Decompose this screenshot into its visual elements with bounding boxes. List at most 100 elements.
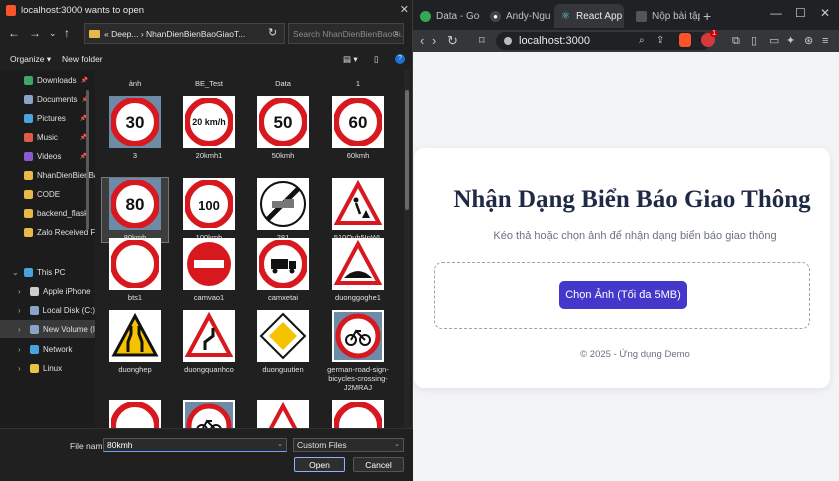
drop-zone[interactable]: Chọn Ảnh (Tối đa 5MB) <box>434 262 810 329</box>
tab-classroom[interactable]: Nộp bài tập <box>630 4 700 28</box>
file-type-select[interactable]: Custom Files ⌄ <box>293 438 404 452</box>
file-item[interactable]: duonghep <box>102 310 168 374</box>
file-item[interactable]: 100100kmh <box>176 178 242 242</box>
reload-icon[interactable]: ↻ <box>447 33 458 49</box>
folder-item[interactable]: Data <box>250 79 316 88</box>
sidebar-item[interactable]: › Linux <box>0 359 95 377</box>
back-arrow-icon[interactable]: ← <box>8 26 20 40</box>
file-item[interactable]: 20 km/h 20kmh1 <box>176 96 242 160</box>
file-item[interactable]: 510Ouh5InWL <box>325 178 391 242</box>
brave-shields-icon[interactable] <box>679 33 691 47</box>
sidebar-item[interactable]: Downloads 📌 <box>0 71 95 89</box>
file-item[interactable]: bts1 <box>102 238 168 302</box>
sidebar-icon[interactable]: ▯ <box>751 33 757 49</box>
bookmark-icon[interactable]: ⌑ <box>479 33 485 49</box>
expand-chevron-icon[interactable]: › <box>18 345 26 354</box>
search-placeholder: Search NhanDienBienBaoGi... <box>293 28 404 39</box>
close-dialog-icon[interactable]: ✕ <box>400 3 409 16</box>
file-item[interactable]: duongquanhco <box>176 310 242 374</box>
view-options-icon[interactable]: ▤ ▾ <box>343 54 358 65</box>
file-item[interactable]: duonggoghe1 <box>325 238 391 302</box>
expand-chevron-icon[interactable]: › <box>18 287 26 296</box>
sidebar-item[interactable]: › Apple iPhone <box>0 282 95 300</box>
path-bar[interactable]: « Deep... › NhanDienBienBaoGiaoT... <box>84 23 285 44</box>
refresh-icon[interactable]: ↻ <box>268 26 277 39</box>
site-info-icon[interactable] <box>504 37 512 45</box>
search-input[interactable]: Search NhanDienBienBaoGi... ⌕ <box>288 23 404 44</box>
organize-button[interactable]: Organize ▾ <box>10 54 51 65</box>
choose-image-button[interactable]: Chọn Ảnh (Tối đa 5MB) <box>559 281 687 309</box>
menu-icon[interactable]: ≡ <box>822 33 828 49</box>
sidebar-item-label: Music <box>37 132 58 142</box>
svg-text:50: 50 <box>274 113 293 132</box>
recent-locations-icon[interactable]: ⌄ <box>49 28 57 39</box>
file-label: 3 <box>132 151 138 160</box>
forward-icon[interactable]: › <box>432 33 436 49</box>
back-icon[interactable]: ‹ <box>420 33 424 49</box>
file-item[interactable] <box>102 400 168 428</box>
file-item[interactable] <box>250 400 316 428</box>
expand-chevron-icon[interactable]: › <box>18 306 26 315</box>
tab-google-data[interactable]: Data - Google <box>414 4 480 28</box>
folder-item[interactable]: ảnh <box>102 79 168 88</box>
url-text: localhost:3000 <box>519 35 590 47</box>
file-item[interactable] <box>325 400 391 428</box>
sidebar-item[interactable]: › Local Disk (C:) <box>0 301 95 319</box>
brave-rewards-icon[interactable]: 1 <box>701 30 718 47</box>
file-item[interactable]: 30 3 <box>102 96 168 160</box>
file-item[interactable]: 281 <box>250 178 316 242</box>
expand-chevron-icon[interactable]: ⌄ <box>12 268 20 277</box>
share-icon[interactable]: ⇪ <box>656 33 664 49</box>
extensions-icon[interactable]: ⧉ <box>732 33 740 49</box>
sidebar-item[interactable]: Zalo Received F <box>0 223 95 241</box>
file-item[interactable]: camxetai <box>250 238 316 302</box>
tab-github[interactable]: ● Andy-Nguy/h <box>484 4 550 28</box>
cancel-button[interactable]: Cancel <box>353 457 404 472</box>
preview-pane-icon[interactable]: ▯ <box>374 54 379 65</box>
sidebar-item[interactable]: NhanDienBienBa <box>0 166 95 184</box>
zoom-icon[interactable]: ⌕ <box>639 33 645 49</box>
vpn-icon[interactable]: ⊛ <box>804 33 813 49</box>
sidebar-item[interactable]: ⌄ This PC <box>0 263 95 281</box>
folder-item[interactable]: 1 <box>325 79 391 88</box>
sidebar-item[interactable]: › New Volume (I <box>0 320 95 338</box>
expand-chevron-icon[interactable]: › <box>18 325 26 334</box>
folder-item[interactable]: BE_Test <box>176 79 242 88</box>
up-arrow-icon[interactable]: ↑ <box>64 26 70 40</box>
open-button[interactable]: Open <box>294 457 345 472</box>
leo-ai-icon[interactable]: ✦ <box>786 33 795 49</box>
file-item[interactable]: 60 60kmh <box>325 96 391 160</box>
file-label: duongquanhco <box>184 365 234 374</box>
new-tab-button[interactable]: + <box>703 8 711 24</box>
svg-text:80: 80 <box>126 195 145 214</box>
sidebar-item[interactable]: Music 📌 <box>0 128 95 146</box>
close-window-icon[interactable]: ✕ <box>820 6 830 20</box>
navigation-scrollbar[interactable] <box>86 90 89 230</box>
file-item[interactable]: german-road-sign-bicycles-crossing-J2MRA… <box>325 310 391 392</box>
file-item[interactable] <box>176 400 242 428</box>
page-subtitle: Kéo thả hoặc chọn ảnh để nhận dạng biển … <box>493 230 777 242</box>
help-icon[interactable]: ? <box>395 54 405 64</box>
sidebar-item[interactable]: Documents📌 <box>0 90 95 108</box>
tab-react-app[interactable]: ⚛ React App × <box>554 4 624 28</box>
scrollbar-thumb[interactable] <box>405 90 409 210</box>
wallet-icon[interactable]: ▭ <box>769 33 779 49</box>
chevron-down-icon[interactable]: ⌄ <box>277 439 283 451</box>
sidebar-item[interactable]: backend_flask <box>0 204 95 222</box>
new-folder-button[interactable]: New folder <box>62 54 103 64</box>
forward-arrow-icon[interactable]: → <box>29 26 41 40</box>
file-item[interactable]: 50 50kmh <box>250 96 316 160</box>
traffic-sign-thumbnail-icon: 60 <box>332 96 384 148</box>
sidebar-item[interactable]: Videos 📌 <box>0 147 95 165</box>
file-item[interactable]: duonguutien <box>250 310 316 374</box>
sidebar-item[interactable]: CODE <box>0 185 95 203</box>
file-scrollbar[interactable] <box>404 70 410 428</box>
file-item[interactable]: 8080kmh <box>101 177 169 243</box>
expand-chevron-icon[interactable]: › <box>18 364 26 373</box>
sidebar-item[interactable]: Pictures 📌 <box>0 109 95 127</box>
sidebar-item[interactable]: › Network <box>0 340 95 358</box>
file-item[interactable]: camvao1 <box>176 238 242 302</box>
maximize-icon[interactable]: ☐ <box>795 6 806 20</box>
minimize-icon[interactable]: — <box>770 6 782 20</box>
file-name-input[interactable]: 80kmh ⌄ <box>103 438 287 452</box>
